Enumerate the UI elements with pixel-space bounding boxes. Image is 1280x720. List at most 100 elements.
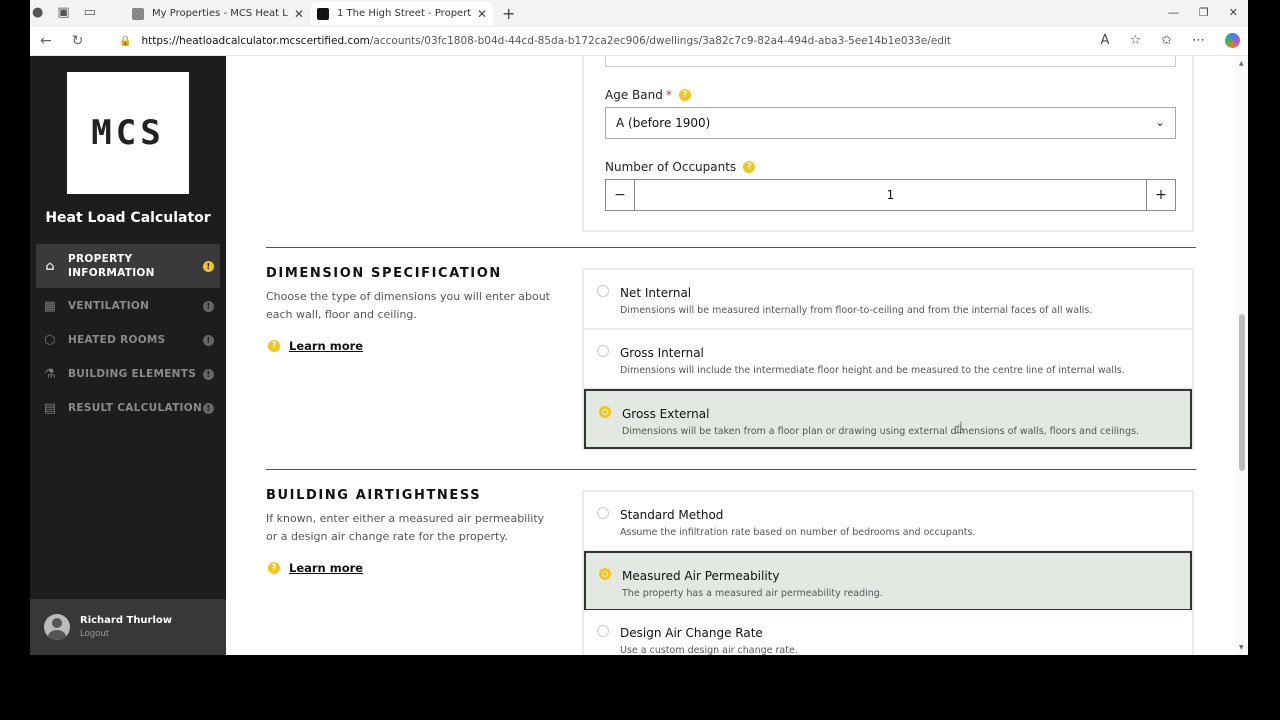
help-icon: ? <box>268 562 280 574</box>
page-scrollbar[interactable]: ▲ ▼ <box>1236 56 1248 655</box>
radio-option-gross-internal[interactable]: Gross Internal Dimensions will include t… <box>584 330 1192 390</box>
help-icon: ? <box>268 340 280 352</box>
option-title: Gross External <box>622 407 710 421</box>
mouse-cursor-icon: ☝ <box>954 418 964 437</box>
radio-button[interactable] <box>597 625 609 637</box>
back-icon[interactable]: ← <box>40 33 52 49</box>
option-title: Standard Method <box>620 508 724 522</box>
sidebar-item-property-information[interactable]: ⌂ PROPERTY INFORMATION ! <box>36 244 220 288</box>
sidebar-item-label: BUILDING ELEMENTS <box>68 368 197 380</box>
flask-icon: ⚗ <box>44 366 56 382</box>
scroll-down-icon[interactable]: ▼ <box>1239 644 1244 651</box>
sidebar-item-heated-rooms[interactable]: ⬡ HEATED ROOMS ! <box>36 323 220 357</box>
tab-title: My Properties - MCS Heat Load C <box>152 8 288 19</box>
airtightness-learn-more-link[interactable]: ? Learn more <box>268 561 363 575</box>
sidebar-item-ventilation[interactable]: ▦ VENTILATION ! <box>36 289 220 323</box>
option-desc: The property has a measured air permeabi… <box>622 588 883 599</box>
occupants-value[interactable]: 1 <box>635 180 1146 210</box>
close-tab-icon[interactable]: ✕ <box>477 7 487 21</box>
section-divider <box>266 469 1196 470</box>
house-icon: ⌂ <box>45 258 55 274</box>
radio-button[interactable] <box>599 406 611 418</box>
url-field[interactable]: 🔒 https://heatloadcalculator.mcscertifie… <box>105 30 1185 52</box>
browser-window: ● ▣ ▭ My Properties - MCS Heat Load C ✕ … <box>30 0 1248 655</box>
lock-icon: 🔒 <box>119 35 132 47</box>
scrollbar-thumb[interactable] <box>1239 314 1245 471</box>
radio-button[interactable] <box>599 568 611 580</box>
main-content: Age Band * ? A (before 1900) ⌄ Number of … <box>226 56 1236 655</box>
option-title: Measured Air Permeability <box>622 569 780 583</box>
avatar <box>44 614 70 640</box>
radio-option-measured-air-permeability[interactable]: Measured Air Permeability The property h… <box>584 551 1192 611</box>
tab-favicon-icon <box>317 7 329 20</box>
nav-buttons: ← ↻ <box>40 33 83 49</box>
option-desc: Dimensions will be taken from a floor pl… <box>622 426 1140 437</box>
sidebar: MCS Heat Load Calculator ⌂ PROPERTY INFOR… <box>30 56 226 655</box>
cube-icon: ⬡ <box>44 332 56 348</box>
option-desc: Dimensions will be measured internally f… <box>620 305 1093 316</box>
favorite-icon[interactable]: ☆ <box>1129 33 1141 48</box>
dimension-learn-more-link[interactable]: ? Learn more <box>268 339 363 353</box>
tab-my-properties[interactable]: My Properties - MCS Heat Load C ✕ <box>126 2 310 25</box>
profile-icon[interactable]: ● <box>32 5 43 20</box>
dimension-section-desc: Choose the type of dimensions you will e… <box>266 290 550 321</box>
warning-badge-icon: ! <box>203 260 214 272</box>
sidebar-item-result-calculation[interactable]: ▤ RESULT CALCULATION ! <box>36 391 220 425</box>
app-title: Heat Load Calculator <box>45 210 211 226</box>
refresh-icon[interactable]: ↻ <box>72 33 84 49</box>
close-tab-icon[interactable]: ✕ <box>294 7 304 21</box>
option-desc: Dimensions will include the intermediate… <box>620 365 1125 376</box>
option-title: Design Air Change Rate <box>620 626 763 640</box>
close-window-icon[interactable]: ✕ <box>1229 6 1238 19</box>
favorites-list-icon[interactable]: ✩ <box>1161 33 1172 48</box>
radio-button[interactable] <box>597 285 609 297</box>
radio-option-design-air-change-rate[interactable]: Design Air Change Rate Use a custom desi… <box>584 610 1192 655</box>
dimension-options: Net Internal Dimensions will be measured… <box>582 268 1194 450</box>
radio-option-standard-method[interactable]: Standard Method Assume the infiltration … <box>584 492 1192 552</box>
logout-link[interactable]: Logout <box>80 629 172 639</box>
radio-option-gross-external[interactable]: Gross External Dimensions will be taken … <box>584 389 1192 449</box>
age-band-label: Age Band * ? <box>605 88 691 102</box>
tab-property-info[interactable]: 1 The High Street - Property Infor ✕ <box>311 2 493 25</box>
info-badge-icon: ! <box>203 402 214 414</box>
window-controls: — ❐ ✕ <box>1168 6 1238 19</box>
option-title: Gross Internal <box>620 346 704 360</box>
age-band-select[interactable]: A (before 1900) ⌄ <box>605 107 1176 139</box>
tab-title: 1 The High Street - Property Infor <box>337 8 471 19</box>
tab-bar: ● ▣ ▭ My Properties - MCS Heat Load C ✕ … <box>30 0 1248 27</box>
tab-actions-icon[interactable]: ▭ <box>84 5 96 20</box>
window-icons: ● ▣ ▭ <box>32 5 96 20</box>
chevron-down-icon: ⌄ <box>1154 115 1165 129</box>
property-details-card: Age Band * ? A (before 1900) ⌄ Number of … <box>582 56 1194 232</box>
sidebar-item-label: HEATED ROOMS <box>68 334 166 346</box>
minimize-icon[interactable]: — <box>1168 6 1179 19</box>
workspaces-icon[interactable]: ▣ <box>57 5 69 20</box>
decrement-button[interactable]: − <box>606 180 635 210</box>
sidebar-item-label: VENTILATION <box>68 300 150 312</box>
read-aloud-icon[interactable]: A <box>1101 33 1110 48</box>
option-desc: Use a custom design air change rate. <box>620 645 798 655</box>
radio-button[interactable] <box>597 345 609 357</box>
tab-favicon-icon <box>132 7 144 20</box>
sidebar-item-label: RESULT CALCULATION <box>68 402 203 414</box>
info-badge-icon: ! <box>203 334 214 346</box>
increment-button[interactable]: + <box>1146 180 1175 210</box>
previous-input-field[interactable] <box>605 56 1176 67</box>
address-bar: ← ↻ 🔒 https://heatloadcalculator.mcscert… <box>30 27 1248 56</box>
help-icon[interactable]: ? <box>678 89 691 101</box>
option-desc: Assume the infiltration rate based on nu… <box>620 527 976 538</box>
help-icon[interactable]: ? <box>743 161 756 173</box>
new-tab-icon[interactable]: + <box>502 4 515 23</box>
option-title: Net Internal <box>620 286 692 300</box>
radio-option-net-internal[interactable]: Net Internal Dimensions will be measured… <box>584 270 1192 330</box>
sidebar-item-building-elements[interactable]: ⚗ BUILDING ELEMENTS ! <box>36 357 220 391</box>
info-badge-icon: ! <box>203 368 214 380</box>
more-icon[interactable]: ⋯ <box>1192 33 1205 48</box>
scroll-up-icon[interactable]: ▲ <box>1239 60 1244 67</box>
toolbar-icons: A ☆ ✩ ⋯ <box>1101 33 1240 48</box>
radio-button[interactable] <box>597 507 609 519</box>
restore-icon[interactable]: ❐ <box>1199 6 1209 19</box>
copilot-icon[interactable] <box>1225 33 1240 48</box>
occupants-label: Number of Occupants ? <box>605 160 756 174</box>
calculator-icon: ▤ <box>43 400 57 416</box>
